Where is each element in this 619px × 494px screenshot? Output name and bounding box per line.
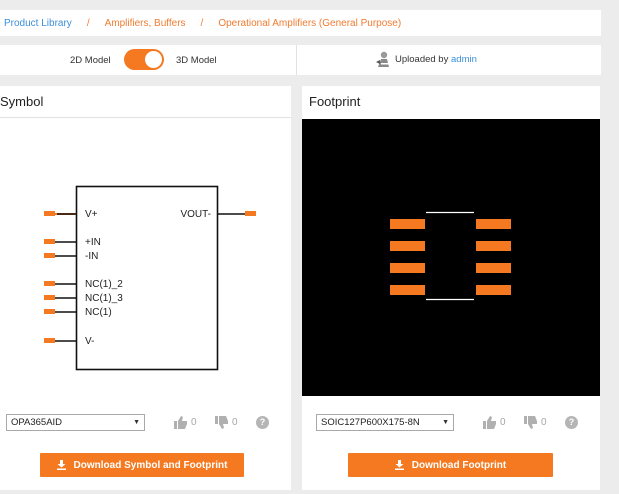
footprint-pad [476, 285, 511, 295]
thumbs-up-icon [174, 416, 187, 429]
thumbs-down-icon [215, 416, 228, 429]
symbol-dislike-count: 0 [232, 417, 238, 428]
footprint-like-count: 0 [500, 417, 506, 428]
footprint-pad [390, 241, 425, 251]
footprint-dislike-count: 0 [541, 417, 547, 428]
footprint-title: Footprint [309, 94, 361, 109]
download-icon [394, 460, 404, 470]
footprint-pad [390, 219, 425, 229]
footprint-pad [390, 285, 425, 295]
chevron-down-icon: ▼ [133, 419, 140, 426]
uploader-link[interactable]: admin [451, 54, 477, 65]
download-symbol-footprint-button[interactable]: Download Symbol and Footprint [40, 453, 244, 477]
pin-label-vout: VOUT- [180, 209, 211, 220]
breadcrumb-amplifiers-buffers[interactable]: Amplifiers, Buffers [105, 18, 186, 29]
symbol-pin-vminus: V- [44, 336, 94, 347]
symbol-like[interactable]: 0 [174, 416, 197, 429]
part-select-value: OPA365AID [11, 417, 63, 428]
pin-label-minus-in: -IN [85, 251, 98, 262]
question-circle-icon[interactable]: ? [565, 416, 578, 429]
breadcrumb-op-amps[interactable]: Operational Amplifiers (General Purpose) [218, 18, 401, 29]
breadcrumb-separator: / [86, 17, 90, 29]
download-icon [56, 460, 66, 470]
model-toggle-switch[interactable] [124, 49, 164, 70]
download-symbol-label: Download Symbol and Footprint [73, 459, 228, 471]
pin-label-plus-in: +IN [85, 237, 101, 248]
symbol-like-count: 0 [191, 417, 197, 428]
part-select[interactable]: OPA365AID ▼ [6, 414, 145, 431]
2d-model-label[interactable]: 2D Model [70, 55, 111, 66]
footprint-dislike[interactable]: 0 [524, 416, 547, 429]
question-circle-icon[interactable]: ? [256, 416, 269, 429]
breadcrumb: Product Library / Amplifiers, Buffers / … [0, 10, 601, 36]
package-select-value: SOIC127P600X175-8N [321, 417, 420, 428]
download-footprint-button[interactable]: Download Footprint [348, 453, 553, 477]
pin-label-nc3: NC(1)_3 [85, 293, 123, 304]
pin-label-vplus: V+ [85, 209, 98, 220]
toggle-knob [145, 51, 162, 68]
pin-label-nc2: NC(1)_2 [85, 279, 123, 290]
symbol-panel: Symbol V+ +IN -IN NC(1)_2 NC(1)_3 NC(1) … [0, 86, 291, 490]
footprint-pad [476, 263, 511, 273]
uploaded-by-text: Uploaded by admin [395, 54, 477, 65]
person-upload-icon [375, 51, 391, 72]
thumbs-up-icon [483, 416, 496, 429]
footprint-pad [476, 241, 511, 251]
model-bar: 2D Model 3D Model Uploaded by admin [0, 45, 601, 75]
breadcrumb-separator: / [200, 17, 204, 29]
footprint-pad [390, 263, 425, 273]
upload-info: Uploaded by admin [297, 45, 601, 75]
thumbs-down-icon [524, 416, 537, 429]
footprint-like[interactable]: 0 [483, 416, 506, 429]
footprint-panel: Footprint SOIC127P600X175-8N ▼ 0 0 ? Dow… [302, 86, 600, 490]
download-footprint-label: Download Footprint [411, 459, 507, 471]
uploaded-by-prefix: Uploaded by [395, 54, 449, 65]
symbol-diagram: V+ +IN -IN NC(1)_2 NC(1)_3 NC(1) V- VOUT… [44, 185, 256, 371]
breadcrumb-product-library[interactable]: Product Library [4, 18, 72, 29]
footprint-canvas [302, 119, 600, 396]
footprint-viewer [302, 119, 600, 396]
chevron-down-icon: ▼ [442, 419, 449, 426]
model-toggle-area: 2D Model 3D Model [0, 45, 297, 75]
pin-label-vminus: V- [85, 336, 94, 347]
pin-label-nc1: NC(1) [85, 307, 112, 318]
package-select[interactable]: SOIC127P600X175-8N ▼ [316, 414, 454, 431]
symbol-pin-minus-in: -IN [44, 251, 98, 262]
footprint-pad [476, 219, 511, 229]
3d-model-label[interactable]: 3D Model [176, 55, 217, 66]
symbol-dislike[interactable]: 0 [215, 416, 238, 429]
symbol-pin-vplus: V+ [44, 209, 98, 220]
symbol-pin-plus-in: +IN [44, 237, 101, 248]
